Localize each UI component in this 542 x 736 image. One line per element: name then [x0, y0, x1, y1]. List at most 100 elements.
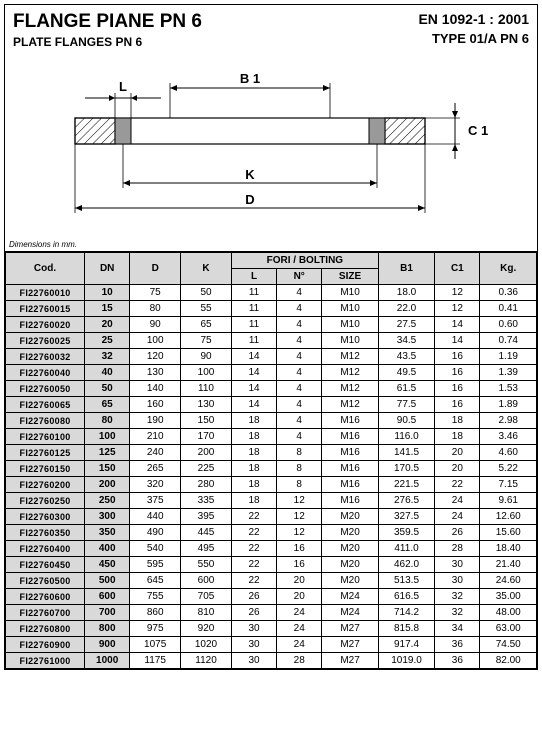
cell-kg: 12.60 — [480, 509, 537, 525]
cell-cod: FI22760020 — [6, 317, 85, 333]
cell-l: 18 — [231, 461, 276, 477]
table-row: FI22760200200320280188M16221.5227.15 — [6, 477, 537, 493]
cell-c1: 16 — [435, 365, 480, 381]
cell-c1: 12 — [435, 301, 480, 317]
cell-dn: 1000 — [85, 653, 130, 669]
cell-dn: 20 — [85, 317, 130, 333]
cell-b1: 917.4 — [378, 637, 434, 653]
cell-cod: FI22760040 — [6, 365, 85, 381]
header-right: EN 1092-1 : 2001 TYPE 01/A PN 6 — [418, 11, 529, 49]
cell-dn: 150 — [85, 461, 130, 477]
cell-k: 110 — [181, 381, 232, 397]
spec-table: Cod. DN D K FORI / BOLTING B1 C1 Kg. L N… — [5, 252, 537, 669]
cell-size: M10 — [322, 317, 378, 333]
th-b1: B1 — [378, 253, 434, 285]
cell-c1: 12 — [435, 285, 480, 301]
cell-kg: 2.98 — [480, 413, 537, 429]
cell-cod: FI22760032 — [6, 349, 85, 365]
cell-size: M16 — [322, 461, 378, 477]
cell-size: M20 — [322, 541, 378, 557]
cell-kg: 3.46 — [480, 429, 537, 445]
cell-l: 26 — [231, 605, 276, 621]
cell-b1: 34.5 — [378, 333, 434, 349]
cell-kg: 74.50 — [480, 637, 537, 653]
cell-b1: 141.5 — [378, 445, 434, 461]
cell-cod: FI22760400 — [6, 541, 85, 557]
cell-dn: 900 — [85, 637, 130, 653]
cell-kg: 82.00 — [480, 653, 537, 669]
cell-k: 920 — [181, 621, 232, 637]
cell-n: 4 — [277, 381, 322, 397]
cell-k: 1120 — [181, 653, 232, 669]
th-cod: Cod. — [6, 253, 85, 285]
cell-n: 4 — [277, 349, 322, 365]
cell-b1: 18.0 — [378, 285, 434, 301]
cell-n: 4 — [277, 413, 322, 429]
cell-b1: 49.5 — [378, 365, 434, 381]
cell-kg: 63.00 — [480, 621, 537, 637]
cell-size: M27 — [322, 653, 378, 669]
cell-b1: 359.5 — [378, 525, 434, 541]
cell-c1: 26 — [435, 525, 480, 541]
th-d: D — [130, 253, 181, 285]
cell-k: 130 — [181, 397, 232, 413]
cell-dn: 500 — [85, 573, 130, 589]
cell-b1: 43.5 — [378, 349, 434, 365]
cell-kg: 15.60 — [480, 525, 537, 541]
table-row: FI227603503504904452212M20359.52615.60 — [6, 525, 537, 541]
cell-dn: 200 — [85, 477, 130, 493]
table-row: FI227605005006456002220M20513.53024.60 — [6, 573, 537, 589]
cell-cod: FI22761000 — [6, 653, 85, 669]
cell-dn: 125 — [85, 445, 130, 461]
cell-kg: 4.60 — [480, 445, 537, 461]
cell-k: 100 — [181, 365, 232, 381]
cell-l: 30 — [231, 653, 276, 669]
cell-b1: 22.0 — [378, 301, 434, 317]
cell-n: 4 — [277, 333, 322, 349]
cell-size: M16 — [322, 413, 378, 429]
cell-c1: 34 — [435, 621, 480, 637]
cell-b1: 221.5 — [378, 477, 434, 493]
cell-b1: 714.2 — [378, 605, 434, 621]
table-row: FI22760020209065114M1027.5140.60 — [6, 317, 537, 333]
cell-size: M12 — [322, 397, 378, 413]
cell-l: 18 — [231, 445, 276, 461]
cell-b1: 61.5 — [378, 381, 434, 397]
cell-c1: 16 — [435, 381, 480, 397]
cell-d: 190 — [130, 413, 181, 429]
cell-cod: FI22760300 — [6, 509, 85, 525]
cell-cod: FI22760015 — [6, 301, 85, 317]
cell-l: 18 — [231, 493, 276, 509]
title-italian: FLANGE PIANE PN 6 — [13, 11, 202, 33]
cell-cod: FI22760900 — [6, 637, 85, 653]
cell-b1: 27.5 — [378, 317, 434, 333]
cell-dn: 600 — [85, 589, 130, 605]
cell-d: 375 — [130, 493, 181, 509]
cell-cod: FI22760065 — [6, 397, 85, 413]
cell-size: M12 — [322, 381, 378, 397]
table-row: FI22760125125240200188M16141.5204.60 — [6, 445, 537, 461]
cell-size: M12 — [322, 349, 378, 365]
cell-kg: 9.61 — [480, 493, 537, 509]
cell-size: M24 — [322, 605, 378, 621]
cell-b1: 90.5 — [378, 413, 434, 429]
cell-n: 4 — [277, 429, 322, 445]
table-row: FI227608008009759203024M27815.83463.00 — [6, 621, 537, 637]
label-b1: B 1 — [240, 71, 260, 86]
table-row: FI227600323212090144M1243.5161.19 — [6, 349, 537, 365]
th-bolting-group: FORI / BOLTING — [231, 253, 378, 269]
cell-d: 265 — [130, 461, 181, 477]
cell-k: 810 — [181, 605, 232, 621]
cell-size: M20 — [322, 509, 378, 525]
cell-c1: 18 — [435, 429, 480, 445]
dimensions-note: Dimensions in mm. — [9, 240, 77, 249]
cell-dn: 350 — [85, 525, 130, 541]
cell-cod: FI22760800 — [6, 621, 85, 637]
cell-cod: FI22760150 — [6, 461, 85, 477]
cell-cod: FI22760600 — [6, 589, 85, 605]
cell-k: 55 — [181, 301, 232, 317]
cell-c1: 14 — [435, 333, 480, 349]
th-l: L — [231, 269, 276, 285]
table-row: FI2276006565160130144M1277.5161.89 — [6, 397, 537, 413]
cell-c1: 32 — [435, 589, 480, 605]
